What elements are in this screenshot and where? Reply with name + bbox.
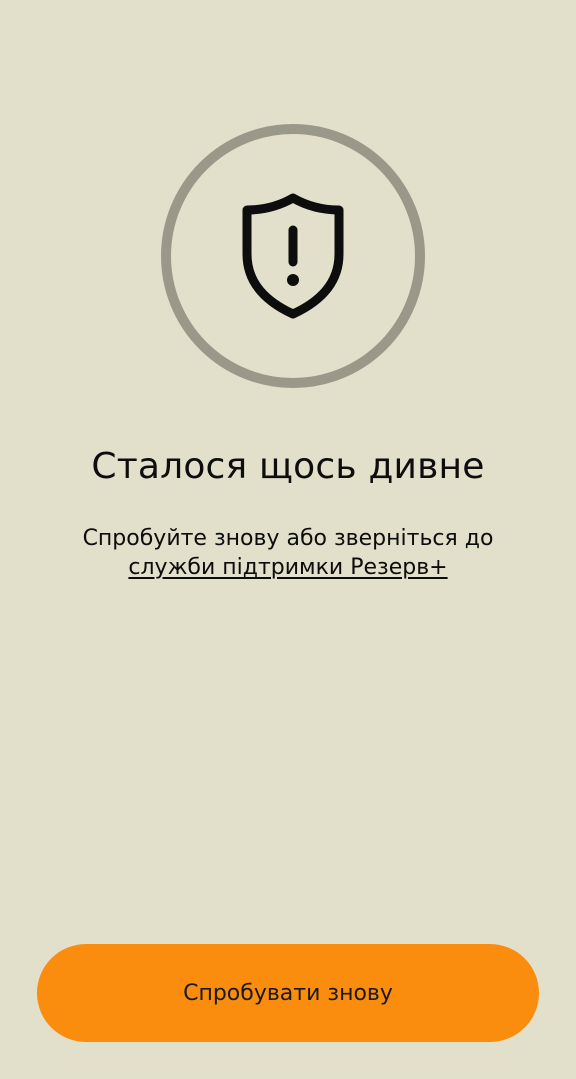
- retry-button-label: Спробувати знову: [183, 980, 393, 1006]
- error-message-text: Спробуйте знову або зверніться до: [82, 526, 494, 551]
- retry-button[interactable]: Спробувати знову: [37, 944, 539, 1042]
- shield-alert-icon: [242, 193, 344, 319]
- error-message: Спробуйте знову або зверніться до служби…: [30, 524, 546, 582]
- error-screen: Сталося щось дивне Спробуйте знову або з…: [0, 0, 576, 1079]
- status-ring: [161, 124, 425, 388]
- support-link[interactable]: служби підтримки Резерв+: [128, 555, 447, 580]
- error-title: Сталося щось дивне: [91, 446, 485, 487]
